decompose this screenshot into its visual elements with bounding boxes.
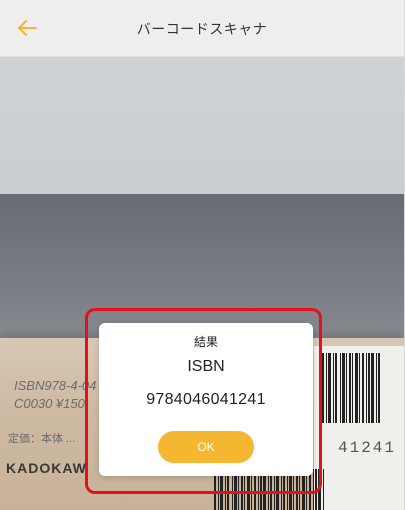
book-price-code-text: C0030 ¥150 bbox=[14, 396, 85, 411]
book-price-text: 定価：本体 ... bbox=[8, 433, 76, 445]
dialog-title: 結果 bbox=[193, 335, 218, 349]
code-type-label: ISBN bbox=[187, 358, 225, 375]
ok-button[interactable]: OK bbox=[158, 431, 254, 463]
page-title: バーコードスキャナ bbox=[136, 22, 268, 38]
barcode-number-text: 41241 bbox=[338, 439, 397, 457]
code-value: 9784046041241 bbox=[146, 391, 266, 408]
camera-background-top bbox=[0, 56, 404, 194]
scanner-screen: バーコードスキャナ ISBN978-4-04 C0030 ¥150 定価：本体 … bbox=[0, 0, 405, 510]
barcode-image-top bbox=[322, 353, 380, 423]
publisher-logo-text: KADOKAW bbox=[6, 460, 87, 476]
result-dialog: 結果 ISBN 9784046041241 OK bbox=[99, 323, 313, 476]
header-bar: バーコードスキャナ bbox=[0, 0, 404, 57]
